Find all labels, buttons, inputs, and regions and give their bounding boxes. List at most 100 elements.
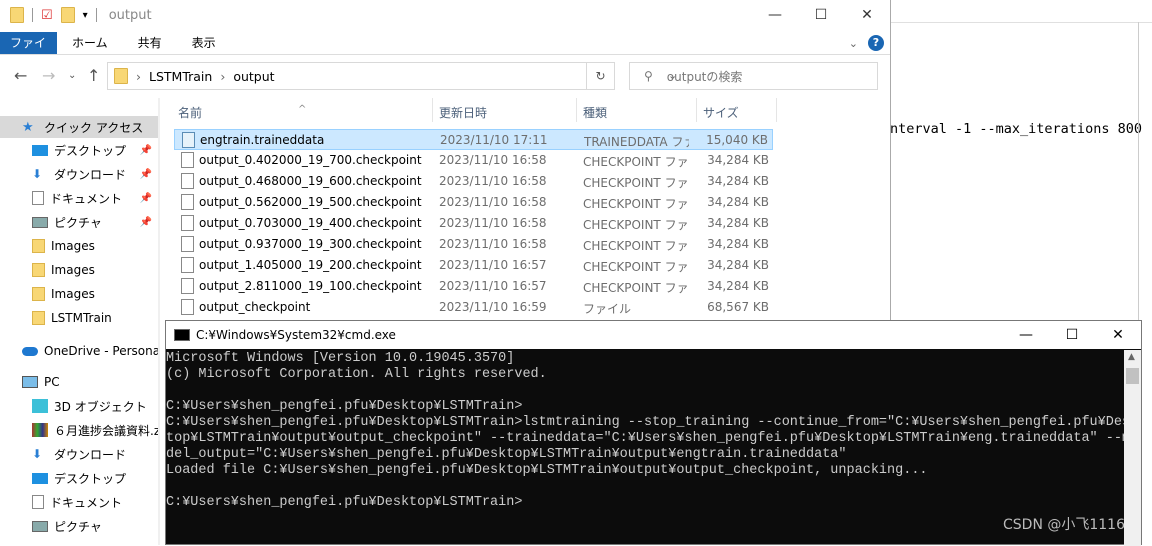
close-button[interactable]: ✕ <box>1095 321 1141 349</box>
file-icon <box>181 173 194 189</box>
column-name[interactable]: 名前 <box>178 104 202 121</box>
sidebar-item[interactable]: ⬇ ダウンロード 📌 <box>0 163 158 185</box>
recent-locations-icon[interactable]: ⌄ <box>68 70 76 81</box>
search-icon: ⚲ <box>644 69 653 83</box>
file-row[interactable]: output_0.402000_19_700.checkpoint 2023/11… <box>174 150 773 171</box>
close-button[interactable]: ✕ <box>844 0 890 30</box>
column-type[interactable]: 種類 <box>583 104 607 121</box>
file-row[interactable]: output_0.468000_19_600.checkpoint 2023/11… <box>174 171 773 192</box>
sidebar-item[interactable]: ドキュメント 📌 <box>0 187 158 209</box>
breadcrumb-lstmtrain[interactable]: LSTMTrain <box>149 69 212 84</box>
maximize-button[interactable]: ☐ <box>798 0 844 30</box>
command-prompt-window: C:¥Windows¥System32¥cmd.exe — ☐ ✕ Micros… <box>165 320 1142 546</box>
picture-icon <box>32 216 48 228</box>
file-row[interactable]: output_0.562000_19_500.checkpoint 2023/11… <box>174 192 773 213</box>
sidebar-item[interactable]: PC <box>0 371 158 393</box>
minimize-button[interactable]: — <box>752 0 798 30</box>
sidebar-item[interactable]: ピクチャ <box>0 515 158 537</box>
ribbon-tabs: ファイル ホーム 共有 表示 <box>0 32 890 73</box>
file-date: 2023/11/10 16:58 <box>439 216 547 230</box>
tab-home[interactable]: ホーム <box>57 32 123 54</box>
column-date-modified[interactable]: 更新日時 <box>439 104 487 121</box>
minimize-button[interactable]: — <box>1003 321 1049 349</box>
sidebar-item[interactable]: Images <box>0 259 158 281</box>
new-folder-icon[interactable] <box>60 7 75 23</box>
sidebar-item-label: ６月進捗会議資料.z <box>54 423 158 438</box>
sidebar-item[interactable]: Images <box>0 235 158 257</box>
download-icon: ⬇ <box>32 167 43 181</box>
breadcrumb-output[interactable]: output <box>233 69 274 84</box>
sidebar-item[interactable]: ６月進捗会議資料.z <box>0 419 158 441</box>
sidebar-item[interactable]: Images <box>0 283 158 305</box>
file-row[interactable]: output_2.811000_19_100.checkpoint 2023/11… <box>174 276 773 297</box>
back-icon[interactable]: ← <box>14 66 27 85</box>
file-row[interactable]: output_checkpoint 2023/11/10 16:59 ファイル 68,… <box>174 297 773 318</box>
file-date: 2023/11/10 17:11 <box>440 133 548 147</box>
sidebar-item-label: クイック アクセス <box>44 120 144 135</box>
file-type: CHECKPOINT ファイル <box>583 260 688 274</box>
pin-icon[interactable]: 📌 <box>140 217 152 228</box>
sidebar-item[interactable]: デスクトップ 📌 <box>0 139 158 161</box>
console-line: C:¥Users¥shen_pengfei.pfu¥Desktop¥LSTMTr… <box>166 415 1124 430</box>
file-type: CHECKPOINT ファイル <box>583 155 688 169</box>
scroll-up-icon[interactable]: ▲ <box>1128 352 1135 362</box>
file-row[interactable]: engtrain.traineddata 2023/11/10 17:11 TRAI… <box>174 129 773 150</box>
scrollbar[interactable]: ▲ <box>1124 350 1141 546</box>
console-output[interactable]: Microsoft Windows [Version 10.0.19045.35… <box>166 350 1124 546</box>
customize-quick-access-icon[interactable]: ▾ <box>83 10 88 21</box>
console-line: Loaded file C:¥Users¥shen_pengfei.pfu¥De… <box>166 463 928 478</box>
tab-view[interactable]: 表示 <box>177 32 231 54</box>
file-date: 2023/11/10 16:58 <box>439 174 547 188</box>
sidebar-item[interactable]: ⬇ ダウンロード <box>0 443 158 465</box>
file-row[interactable]: output_0.937000_19_300.checkpoint 2023/11… <box>174 234 773 255</box>
sidebar-item[interactable]: OneDrive - Personal <box>0 340 158 362</box>
file-icon <box>181 257 194 273</box>
window-title: output <box>108 7 152 23</box>
file-row[interactable]: output_1.405000_19_200.checkpoint 2023/11… <box>174 255 773 276</box>
help-icon[interactable]: ? <box>868 35 884 51</box>
sidebar-item[interactable]: ピクチャ 📌 <box>0 211 158 233</box>
sidebar-item-label: ダウンロード <box>54 167 127 182</box>
file-type: CHECKPOINT ファイル <box>583 239 688 253</box>
scrollbar-thumb[interactable] <box>1126 368 1139 384</box>
properties-icon[interactable]: ☑ <box>41 8 53 23</box>
address-bar[interactable]: › LSTMTrain › output ⌄ <box>107 62 677 90</box>
divider <box>32 8 33 22</box>
file-row[interactable]: output_0.703000_19_400.checkpoint 2023/11… <box>174 213 773 234</box>
sidebar-item[interactable]: デスクトップ <box>0 467 158 489</box>
sidebar-item-label: デスクトップ <box>54 471 127 486</box>
pin-icon[interactable]: 📌 <box>140 145 152 156</box>
sidebar-item[interactable]: LSTMTrain <box>0 307 158 329</box>
file-size: 34,284 KB <box>707 258 769 272</box>
file-name: output_0.562000_19_500.checkpoint <box>199 195 422 209</box>
desktop-icon <box>32 144 48 156</box>
file-type: CHECKPOINT ファイル <box>583 176 688 190</box>
sidebar-item[interactable]: ★ クイック アクセス <box>0 116 158 138</box>
file-date: 2023/11/10 16:58 <box>439 195 547 209</box>
file-name: output_2.811000_19_100.checkpoint <box>199 279 422 293</box>
chevron-right-icon: › <box>220 68 226 84</box>
sidebar-item[interactable]: ドキュメント <box>0 491 158 513</box>
pc-icon <box>22 376 38 388</box>
refresh-button[interactable]: ↻ <box>587 62 615 90</box>
sidebar-item[interactable]: 3D オブジェクト <box>0 395 158 417</box>
search-input[interactable]: ⚲ outputの検索 <box>629 62 878 90</box>
forward-icon[interactable]: → <box>42 66 55 85</box>
document-icon <box>32 495 44 509</box>
pin-icon[interactable]: 📌 <box>140 193 152 204</box>
up-icon[interactable]: ↑ <box>87 66 100 85</box>
expand-ribbon-icon[interactable]: ⌄ <box>849 37 858 50</box>
tab-file[interactable]: ファイル <box>0 32 57 73</box>
tab-share[interactable]: 共有 <box>123 32 177 54</box>
sidebar-item-label: Images <box>51 287 95 301</box>
maximize-button[interactable]: ☐ <box>1049 321 1095 349</box>
console-line: C:¥Users¥shen_pengfei.pfu¥Desktop¥LSTMTr… <box>166 495 523 510</box>
sidebar-item-label: デスクトップ <box>54 143 127 158</box>
column-size[interactable]: サイズ <box>703 104 739 121</box>
file-name: output_0.468000_19_600.checkpoint <box>199 174 422 188</box>
navigation-pane: ★ クイック アクセス デスクトップ 📌 ⬇ ダウンロード 📌 ドキュメント 📌 ピクチャ 📌 Ima… <box>0 98 158 545</box>
pin-icon[interactable]: 📌 <box>140 169 152 180</box>
document-icon <box>32 191 44 205</box>
console-line: top¥LSTMTrain¥output¥output_checkpoint" … <box>166 431 1124 446</box>
